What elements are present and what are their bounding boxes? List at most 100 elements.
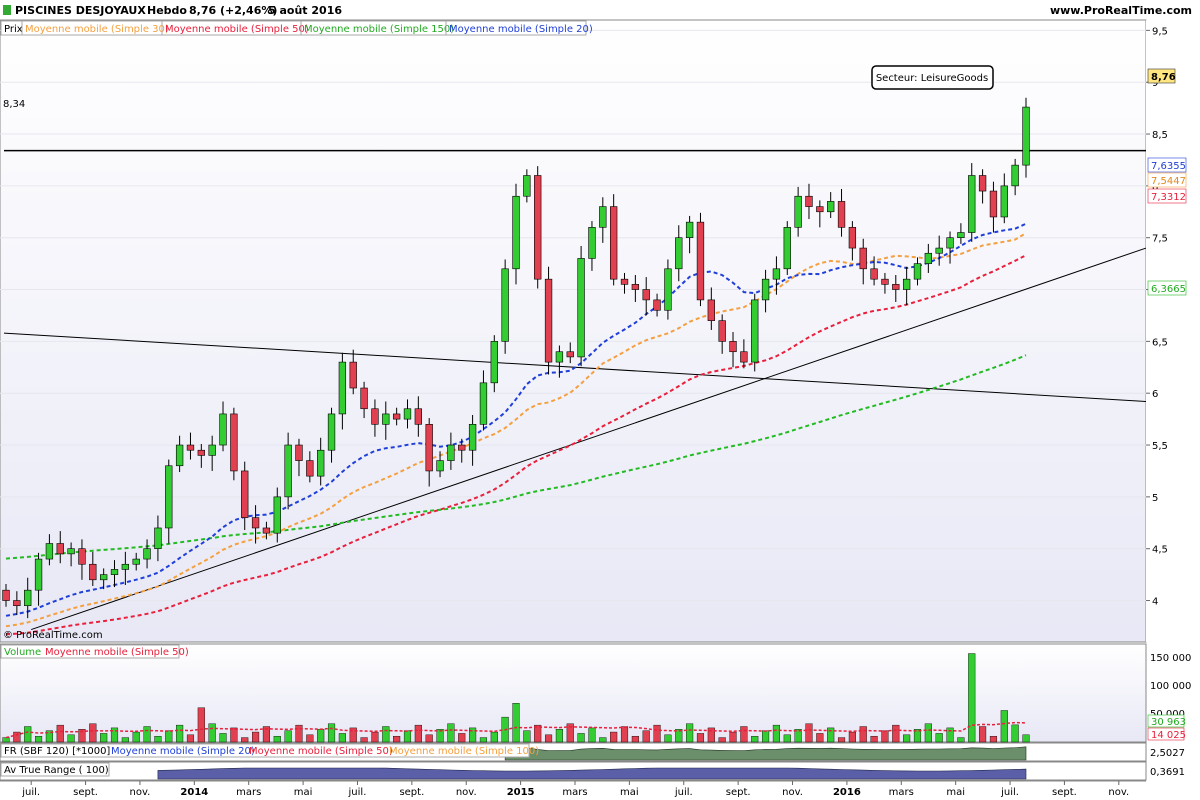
volume-bar xyxy=(2,737,10,743)
volume-bar xyxy=(653,724,661,743)
candle-up xyxy=(208,444,216,456)
x-tick-label: sept. xyxy=(73,787,98,798)
volume-bar xyxy=(783,734,791,743)
volume-bar xyxy=(555,729,563,743)
volume-bar xyxy=(338,733,346,743)
candle-down xyxy=(197,449,205,456)
candle-down xyxy=(306,460,314,477)
candle-up xyxy=(99,574,108,581)
price-axis: 9,598,587,576,565,554,54 xyxy=(1146,20,1200,642)
candle-up xyxy=(143,548,151,560)
candle-up xyxy=(490,341,498,384)
badge-ma20: 7,6355 xyxy=(1151,161,1186,172)
candle-down xyxy=(13,600,21,607)
x-tick-label: 2016 xyxy=(833,787,861,798)
legend-ma50: Moyenne mobile (Simple 50) xyxy=(165,24,309,35)
volume-bar xyxy=(306,734,314,743)
volume-bar xyxy=(903,734,911,743)
volume-ma-label: Moyenne mobile (Simple 50) xyxy=(45,647,189,658)
volume-bar xyxy=(165,730,173,743)
candle-down xyxy=(230,413,238,472)
rs-ma20-label: Moyenne mobile (Simple 20) xyxy=(111,746,255,757)
volume-bar xyxy=(252,731,260,743)
sector-label: Secteur: LeisureGoods xyxy=(876,73,988,84)
volume-bar xyxy=(544,734,553,743)
candle-up xyxy=(110,569,119,575)
candle-down xyxy=(729,341,737,353)
candle-up xyxy=(284,444,292,498)
volume-bar xyxy=(425,734,433,743)
x-tick-label: sept. xyxy=(1052,787,1077,798)
candle-down xyxy=(805,195,813,207)
volume-bar xyxy=(13,731,21,743)
candle-down xyxy=(360,387,368,410)
rs-badge: 2,5027 xyxy=(1150,748,1185,759)
sector-annotation: Secteur: LeisureGoods xyxy=(871,65,994,90)
badge-last: 8,76 xyxy=(1151,72,1176,83)
x-tick-label: mars xyxy=(562,787,587,798)
candle-down xyxy=(458,444,466,451)
volume-bar xyxy=(284,730,292,743)
website-label[interactable]: www.ProRealTime.com xyxy=(1050,4,1192,17)
volume-bar xyxy=(935,733,943,743)
candle-up xyxy=(501,268,509,342)
candle-down xyxy=(696,221,705,301)
badge-ma150: 6,3665 xyxy=(1151,284,1186,295)
volume-bar xyxy=(523,730,531,743)
candle-up xyxy=(512,195,520,270)
candle-up xyxy=(436,460,444,472)
price-tick-label: 9,5 xyxy=(1152,26,1168,37)
volume-bar xyxy=(805,723,813,743)
candle-up xyxy=(165,465,173,529)
candle-down xyxy=(392,413,401,420)
price-tick-label: 6 xyxy=(1152,389,1158,400)
candle-up xyxy=(327,413,336,451)
badge-ma50: 7,3312 xyxy=(1151,192,1186,203)
volume-bar xyxy=(382,726,390,743)
candle-up xyxy=(1011,164,1019,187)
volume-tick-150k: 150 000 xyxy=(1150,653,1191,664)
volume-bar xyxy=(154,735,162,743)
volume-bar xyxy=(143,726,151,743)
candle-down xyxy=(186,444,195,451)
volume-bar xyxy=(295,724,303,743)
candle-up xyxy=(751,299,759,363)
candle-down xyxy=(848,227,857,249)
atr-label: Av True Range ( 100) xyxy=(4,765,109,776)
x-tick-label: juil. xyxy=(348,787,367,798)
candle-up xyxy=(599,206,607,228)
candle-up xyxy=(317,449,325,477)
candle-up xyxy=(664,268,672,311)
candle-down xyxy=(251,517,260,529)
candle-down xyxy=(89,563,97,581)
volume-bar xyxy=(610,731,618,743)
last-change: 8,76 (+2,46%) xyxy=(189,4,277,17)
candle-up xyxy=(273,496,281,534)
volume-bar xyxy=(121,737,129,743)
x-tick-label: mai xyxy=(620,787,639,798)
candle-down xyxy=(534,175,542,280)
volume-bar xyxy=(924,723,932,743)
candle-up xyxy=(924,252,933,264)
volume-bar xyxy=(881,730,889,743)
candle-up xyxy=(34,558,43,591)
volume-bar xyxy=(816,733,824,743)
candle-up xyxy=(675,237,683,270)
volume-bar xyxy=(447,723,455,743)
candle-up xyxy=(468,423,477,451)
price-panel: Prix Moyenne mobile (Simple 30) Moyenne … xyxy=(0,19,1147,643)
volume-bar xyxy=(490,731,498,743)
x-tick-label: 2014 xyxy=(180,787,208,798)
x-tick-label: nov. xyxy=(130,787,151,798)
volume-bar xyxy=(664,734,672,743)
volume-bar xyxy=(197,707,205,743)
volume-bar xyxy=(24,726,32,743)
volume-bar xyxy=(317,729,325,743)
volume-panel: Volume Moyenne mobile (Simple 50) 150 00… xyxy=(0,643,1191,743)
candle-down xyxy=(892,284,900,290)
candle-down xyxy=(609,206,618,280)
legend-ma20: Moyenne mobile (Simple 20) xyxy=(449,24,593,35)
candle-down xyxy=(295,444,303,461)
legend-ma30: Moyenne mobile (Simple 30) xyxy=(25,24,169,35)
candle-down xyxy=(544,278,553,363)
